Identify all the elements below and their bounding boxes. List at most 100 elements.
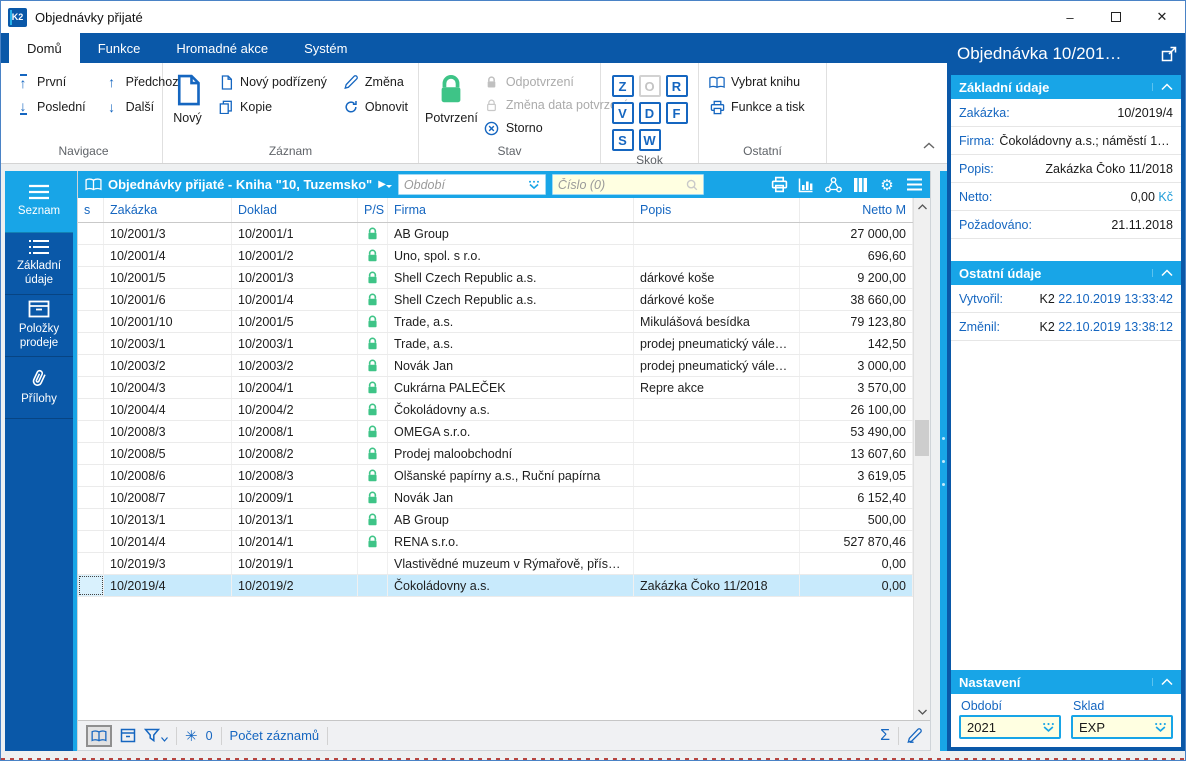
scrollbar-thumb[interactable] xyxy=(915,420,929,456)
jump-key-z[interactable]: Z xyxy=(612,75,634,97)
vertical-scrollbar[interactable] xyxy=(913,198,930,720)
edit-pencil-button[interactable] xyxy=(907,728,922,743)
table-row[interactable]: 10/2014/4 10/2014/1 RENA s.r.o. 527 870,… xyxy=(78,531,913,553)
open-external-icon[interactable] xyxy=(1161,46,1177,62)
table-row[interactable]: 10/2003/1 10/2003/1 Trade, a.s. prodej p… xyxy=(78,333,913,355)
table-row[interactable]: 10/2004/3 10/2004/1 Cukrárna PALEČEK Rep… xyxy=(78,377,913,399)
row-select-cell[interactable] xyxy=(78,399,104,420)
table-row[interactable]: 10/2001/10 10/2001/5 Trade, a.s. Mikuláš… xyxy=(78,311,913,333)
table-row[interactable]: 10/2008/7 10/2009/1 Novák Jan 6 152,40 xyxy=(78,487,913,509)
table-row[interactable]: 10/2001/6 10/2001/4 Shell Czech Republic… xyxy=(78,289,913,311)
row-select-cell[interactable] xyxy=(78,223,104,244)
col-header-netto[interactable]: Netto M xyxy=(800,198,913,222)
row-select-cell[interactable] xyxy=(78,421,104,442)
menu-hamburger-icon[interactable] xyxy=(904,175,924,195)
table-row[interactable]: 10/2019/4 10/2019/2 Čokoládovny a.s. Zak… xyxy=(78,575,913,597)
row-select-cell[interactable] xyxy=(78,553,104,574)
sidebar-item-prilohy[interactable]: Přílohy xyxy=(5,357,73,419)
asterisk-selection-icon[interactable]: ✳ xyxy=(185,727,198,745)
jump-key-r[interactable]: R xyxy=(666,75,688,97)
sidebar-item-zakladni-udaje[interactable]: Základní údaje xyxy=(5,233,73,295)
row-select-cell[interactable] xyxy=(78,575,104,596)
scroll-down-icon[interactable] xyxy=(914,703,930,720)
jump-key-v[interactable]: V xyxy=(612,102,634,124)
period-select[interactable]: 2021 xyxy=(959,715,1061,739)
archive-button[interactable] xyxy=(120,728,136,743)
table-row[interactable]: 10/2004/4 10/2004/2 Čokoládovny a.s. 26 … xyxy=(78,399,913,421)
filter-button[interactable] xyxy=(144,728,168,743)
table-row[interactable]: 10/2019/3 10/2019/1 Vlastivědné muzeum v… xyxy=(78,553,913,575)
sidebar-item-seznam[interactable]: Seznam xyxy=(5,171,73,233)
row-select-cell[interactable] xyxy=(78,377,104,398)
col-header-popis[interactable]: Popis xyxy=(634,198,800,222)
new-button[interactable]: Nový xyxy=(169,69,206,125)
table-row[interactable]: 10/2001/3 10/2001/1 AB Group 27 000,00 xyxy=(78,223,913,245)
columns-icon[interactable] xyxy=(850,175,870,195)
last-button[interactable]: ↓Poslední xyxy=(11,98,90,116)
row-select-cell[interactable] xyxy=(78,355,104,376)
print-icon[interactable] xyxy=(769,175,789,195)
settings-gear-icon[interactable]: ⚙ xyxy=(877,175,897,195)
row-select-cell[interactable] xyxy=(78,443,104,464)
record-count-button[interactable]: Počet záznamů xyxy=(230,728,320,743)
confirm-button[interactable]: Potvrzení xyxy=(425,69,478,125)
first-button[interactable]: ↑První xyxy=(11,73,90,91)
col-header-ps[interactable]: P/S xyxy=(358,198,388,222)
row-select-cell[interactable] xyxy=(78,509,104,530)
jump-key-s[interactable]: S xyxy=(612,129,634,151)
panel-splitter[interactable] xyxy=(940,171,947,751)
workflow-icon[interactable] xyxy=(823,175,843,195)
row-select-cell[interactable] xyxy=(78,267,104,288)
tab-system[interactable]: Systém xyxy=(286,33,365,63)
ribbon-collapse-icon[interactable] xyxy=(923,139,935,153)
number-search-input[interactable]: Číslo (0) xyxy=(552,174,704,195)
sidebar-item-polozky-prodeje[interactable]: Položky prodeje xyxy=(5,295,73,357)
tab-funkce[interactable]: Funkce xyxy=(80,33,159,63)
row-select-cell[interactable] xyxy=(78,311,104,332)
collapse-chevron-icon[interactable] xyxy=(1152,83,1173,91)
pick-book-button[interactable]: Vybrat knihu xyxy=(705,73,809,91)
sum-button[interactable]: Σ xyxy=(880,727,890,745)
col-header-firma[interactable]: Firma xyxy=(388,198,634,222)
row-select-cell[interactable] xyxy=(78,465,104,486)
row-select-cell[interactable] xyxy=(78,333,104,354)
table-row[interactable]: 10/2008/3 10/2008/1 OMEGA s.r.o. 53 490,… xyxy=(78,421,913,443)
book-view-button[interactable] xyxy=(86,725,112,747)
table-row[interactable]: 10/2008/5 10/2008/2 Prodej maloobchodní … xyxy=(78,443,913,465)
row-select-cell[interactable] xyxy=(78,531,104,552)
row-select-cell[interactable] xyxy=(78,487,104,508)
section-header[interactable]: Základní údaje xyxy=(951,75,1181,99)
warehouse-select[interactable]: EXP xyxy=(1071,715,1173,739)
section-header[interactable]: Ostatní údaje xyxy=(951,261,1181,285)
period-filter-input[interactable]: Období xyxy=(398,174,546,195)
scroll-up-icon[interactable] xyxy=(914,198,930,215)
table-row[interactable]: 10/2003/2 10/2003/2 Novák Jan prodej pne… xyxy=(78,355,913,377)
col-header-s[interactable]: s xyxy=(78,198,104,222)
copy-button[interactable]: Kopie xyxy=(214,98,331,116)
table-row[interactable]: 10/2008/6 10/2008/3 Olšanské papírny a.s… xyxy=(78,465,913,487)
scrollbar-track[interactable] xyxy=(914,215,930,703)
row-select-cell[interactable] xyxy=(78,289,104,310)
expand-play-icon[interactable]: ▶ xyxy=(378,179,392,190)
minimize-button[interactable]: – xyxy=(1047,1,1093,33)
jump-key-f[interactable]: F xyxy=(666,102,688,124)
jump-key-d[interactable]: D xyxy=(639,102,661,124)
tab-hromadne-akce[interactable]: Hromadné akce xyxy=(158,33,286,63)
row-select-cell[interactable] xyxy=(78,245,104,266)
col-header-doklad[interactable]: Doklad xyxy=(232,198,358,222)
maximize-button[interactable] xyxy=(1093,1,1139,33)
table-row[interactable]: 10/2013/1 10/2013/1 AB Group 500,00 xyxy=(78,509,913,531)
change-button[interactable]: Změna xyxy=(339,73,412,91)
tab-domu[interactable]: Domů xyxy=(9,33,80,63)
new-child-button[interactable]: Nový podřízený xyxy=(214,73,331,91)
col-header-zakazka[interactable]: Zakázka xyxy=(104,198,232,222)
table-row[interactable]: 10/2001/4 10/2001/2 Uno, spol. s r.o. 69… xyxy=(78,245,913,267)
jump-key-w[interactable]: W xyxy=(639,129,661,151)
collapse-chevron-icon[interactable] xyxy=(1152,678,1173,686)
close-button[interactable]: ✕ xyxy=(1139,1,1185,33)
table-row[interactable]: 10/2001/5 10/2001/3 Shell Czech Republic… xyxy=(78,267,913,289)
section-header[interactable]: Nastavení xyxy=(951,670,1181,694)
refresh-button[interactable]: Obnovit xyxy=(339,98,412,116)
collapse-chevron-icon[interactable] xyxy=(1152,269,1173,277)
functions-print-button[interactable]: Funkce a tisk xyxy=(705,98,809,116)
